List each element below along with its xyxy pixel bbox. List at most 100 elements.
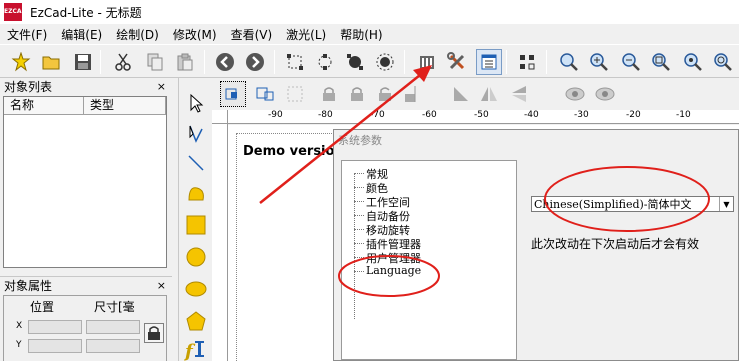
tree-item-language[interactable]: Language <box>366 264 421 277</box>
barcode-icon[interactable] <box>414 49 440 75</box>
eye-icon[interactable] <box>562 81 588 107</box>
object-props-header: 对象属性 × <box>0 277 172 293</box>
menu-edit[interactable]: 编辑(E) <box>54 26 109 43</box>
ruler-tick: -10 <box>676 110 691 120</box>
y-position-field[interactable] <box>28 339 82 353</box>
tree-line <box>354 173 355 319</box>
object-list[interactable]: 名称 类型 <box>3 96 167 268</box>
paste-icon[interactable] <box>172 49 198 75</box>
tree-line <box>354 271 364 272</box>
svg-text:f: f <box>184 341 196 361</box>
menu-modify[interactable]: 修改(M) <box>166 26 224 43</box>
tree-line <box>354 215 364 216</box>
column-name[interactable]: 名称 <box>4 97 84 114</box>
text-tool-icon[interactable]: f <box>183 336 209 361</box>
node-tool-icon[interactable] <box>183 120 209 146</box>
select-arrow-icon[interactable] <box>183 90 209 116</box>
zoom-icon[interactable] <box>556 49 582 75</box>
save-icon[interactable] <box>70 49 96 75</box>
align-icon[interactable] <box>400 81 426 107</box>
group-select-icon[interactable] <box>220 81 246 107</box>
menu-draw[interactable]: 绘制(D) <box>109 26 166 43</box>
circle-tool-icon[interactable] <box>183 244 209 270</box>
grid-icon[interactable] <box>282 81 308 107</box>
size-label: 尺寸[毫 <box>94 300 135 314</box>
flip-v-icon[interactable] <box>506 81 532 107</box>
app-logo: EZCAD <box>4 3 26 21</box>
object-props-close-icon[interactable]: × <box>157 279 166 292</box>
ruler-tick: -60 <box>422 110 437 120</box>
open-icon[interactable] <box>38 49 64 75</box>
canvas-page-border <box>236 133 346 361</box>
ellipse-tool-icon[interactable] <box>183 276 209 302</box>
zoom-all-icon[interactable] <box>680 49 706 75</box>
language-select[interactable]: Chinese(Simplified)-简体中文 ▼ <box>531 196 734 212</box>
tree-line <box>354 173 364 174</box>
edit-toolbar <box>212 78 739 110</box>
lock-all-icon[interactable] <box>316 81 342 107</box>
menu-file[interactable]: 文件(F) <box>0 26 54 43</box>
x-size-field[interactable] <box>86 320 140 334</box>
ungroup-icon[interactable] <box>252 81 278 107</box>
polygon-tool-icon[interactable] <box>183 308 209 334</box>
object-list-header: 对象列表 × <box>0 78 172 94</box>
node-select-icon[interactable] <box>312 49 338 75</box>
object-props-title: 对象属性 <box>4 278 53 293</box>
ruler-corner <box>212 110 228 124</box>
main-toolbar <box>0 44 739 78</box>
zoom-out-icon[interactable] <box>618 49 644 75</box>
flip-h-icon[interactable] <box>476 81 502 107</box>
ruler-tick: -90 <box>268 110 283 120</box>
tree-line <box>354 201 364 202</box>
undo-icon[interactable] <box>212 49 238 75</box>
eye-alt-icon[interactable] <box>592 81 618 107</box>
lock-icon-2[interactable] <box>344 81 370 107</box>
lock-icon[interactable] <box>144 323 164 343</box>
menu-laser[interactable]: 激光(L) <box>279 26 333 43</box>
menu-view[interactable]: 查看(V) <box>224 26 280 43</box>
rectangle-tool-icon[interactable] <box>183 212 209 238</box>
object-props-panel: 对象属性 × 位置 尺寸[毫 X Y <box>0 276 172 361</box>
mirror-icon[interactable] <box>448 81 474 107</box>
ruler-tick: -50 <box>474 110 489 120</box>
toolbar-separator <box>404 50 405 74</box>
y-label: Y <box>16 340 22 350</box>
ruler-tick: -20 <box>626 110 641 120</box>
toolbar-separator <box>100 50 101 74</box>
unlock-icon[interactable] <box>372 81 398 107</box>
tree-line <box>354 229 364 230</box>
menu-help[interactable]: 帮助(H) <box>333 26 389 43</box>
system-params-icon[interactable] <box>476 49 502 75</box>
menu-bar: 文件(F) 编辑(E) 绘制(D) 修改(M) 查看(V) 激光(L) 帮助(H… <box>0 24 739 44</box>
ruler-tick: -80 <box>318 110 333 120</box>
y-size-field[interactable] <box>86 339 140 353</box>
object-props-box: 位置 尺寸[毫 X Y <box>3 295 167 361</box>
curve-tool-icon[interactable] <box>183 180 209 206</box>
ruler-tick: -30 <box>574 110 589 120</box>
chevron-down-icon[interactable]: ▼ <box>719 197 733 211</box>
new-icon[interactable] <box>8 49 34 75</box>
node-add-icon[interactable] <box>372 49 398 75</box>
node-move-icon[interactable] <box>342 49 368 75</box>
zoom-select-icon[interactable] <box>710 49 736 75</box>
title-bar: EZCAD EzCad-Lite - 无标题 <box>0 0 739 24</box>
system-params-dialog: 系统参数 常规 颜色 工作空间 自动备份 移动旋转 插件管理器 用户管理器 La… <box>333 129 739 361</box>
node-edit-icon[interactable] <box>282 49 308 75</box>
settings-tools-icon[interactable] <box>444 49 470 75</box>
column-type[interactable]: 类型 <box>84 97 166 114</box>
redo-icon[interactable] <box>242 49 268 75</box>
x-position-field[interactable] <box>28 320 82 334</box>
horizontal-ruler: -90 -80 -70 -60 -50 -40 -30 -20 -10 <box>228 110 739 124</box>
zoom-in-icon[interactable] <box>586 49 612 75</box>
copy-icon[interactable] <box>142 49 168 75</box>
object-list-close-icon[interactable]: × <box>157 80 166 93</box>
toolbar-separator <box>546 50 547 74</box>
settings-tree: 常规 颜色 工作空间 自动备份 移动旋转 插件管理器 用户管理器 Languag… <box>341 160 517 360</box>
line-tool-icon[interactable] <box>183 150 209 176</box>
tree-line <box>354 243 364 244</box>
x-label: X <box>16 321 23 331</box>
demo-version-label: Demo version <box>243 144 344 159</box>
cut-icon[interactable] <box>110 49 136 75</box>
object-grid-icon[interactable] <box>514 49 540 75</box>
zoom-fit-icon[interactable] <box>648 49 674 75</box>
